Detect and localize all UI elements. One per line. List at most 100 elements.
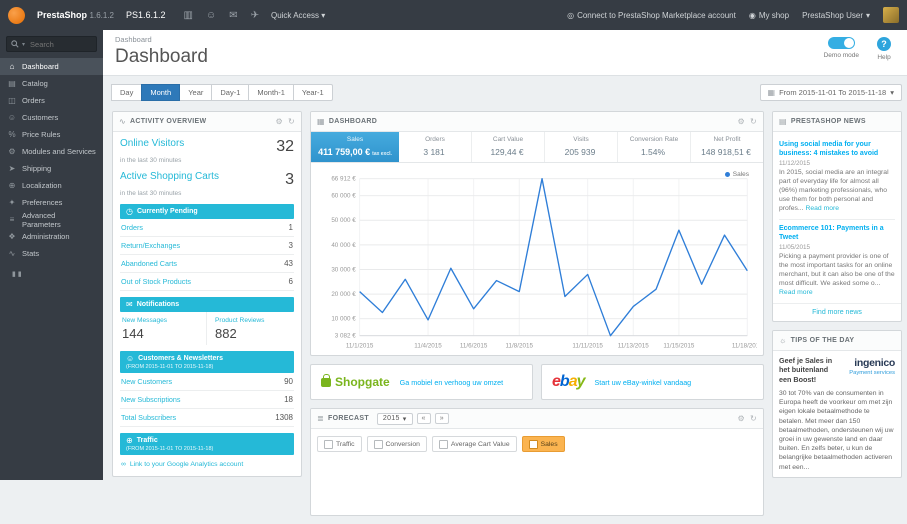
forecast-chip-conversion[interactable]: Conversion [366,436,427,453]
sidebar-item-preferences[interactable]: ✦ Preferences [0,194,103,211]
kpi-label: Visits [573,136,589,143]
refresh-icon[interactable]: ↻ [750,414,757,423]
sidebar-item-localization[interactable]: ⊕ Localization [0,177,103,194]
calendar-icon: ▦ [767,88,776,97]
gear-icon[interactable]: ⚙ [276,117,283,126]
sidebar-item-dashboard[interactable]: ⌂ Dashboard [0,58,103,75]
topbar: PrestaShop 1.6.1.2 PS1.6.1.2 ▥ ☺ ✉ ✈ Quick … [0,0,907,30]
pending-row-value: 6 [288,277,293,286]
sidebar-item-label: Price Rules [22,130,61,139]
demo-mode-toggle[interactable] [827,37,855,49]
forecast-chip-label: Traffic [336,440,355,448]
user-menu[interactable]: PrestaShop User ▾ [802,11,870,20]
news-article-title[interactable]: Using social media for your business: 4 … [779,140,895,158]
preset-month[interactable]: Month [141,84,181,101]
rocket-icon[interactable]: ✈ [251,10,259,21]
sidebar-item-administration[interactable]: ❖ Administration [0,228,103,245]
sidebar-item-catalog[interactable]: ▤ Catalog [0,75,103,92]
kpi-conversion-rate[interactable]: Conversion Rate 1.54% [618,132,691,162]
stat-new-messages[interactable]: New Messages 144 [120,312,207,345]
pending-row-label[interactable]: Out of Stock Products [121,277,191,286]
read-more-link[interactable]: Read more [805,205,839,212]
checkbox-icon [373,439,383,449]
online-visitors-link[interactable]: Online Visitors [120,138,184,149]
sidebar-item-price-rules[interactable]: % Price Rules [0,126,103,143]
forecast-chip-average-cart-value[interactable]: Average Cart Value [431,436,517,453]
customers-row-label[interactable]: Total Subscribers [121,413,176,422]
news-panel-title: PRESTASHOP NEWS [790,118,866,125]
shopgate-promo[interactable]: Shopgate Ga mobiel en verhoog uw omzet [310,364,533,401]
preset-day[interactable]: Day [111,84,143,101]
marketplace-connect-link[interactable]: ◎ Connect to PrestaShop Marketplace accou… [567,11,736,20]
forecast-year-select[interactable]: 2015 ▾ [376,412,413,425]
preset-year-1[interactable]: Year-1 [292,84,333,101]
sidebar-item-advanced-parameters[interactable]: ≡ Advanced Parameters [0,211,103,229]
search-input[interactable] [28,38,91,50]
kpi-cart-value[interactable]: Cart Value 129,44 € [472,132,545,162]
shopping-bag-icon [321,373,331,387]
customers-row-label[interactable]: New Subscriptions [121,395,181,404]
sidebar-item-customers[interactable]: ☺ Customers [0,109,103,126]
prestashop-logo-icon[interactable] [8,6,25,24]
version-label: 1.6.1.2 [89,11,114,20]
user-avatar[interactable] [883,7,899,23]
refresh-icon[interactable]: ↻ [288,117,295,126]
pending-row-label[interactable]: Abandoned Carts [121,259,177,268]
collapse-menu-button[interactable]: ▮▮ [0,262,103,278]
kpi-net-profit[interactable]: Net Profit 148 918,51 € [691,132,763,162]
person-icon[interactable]: ☺ [206,10,216,21]
forecast-icon: ≣ [317,414,325,424]
kpi-sales[interactable]: Sales 411 759,00 € tax excl. [311,132,399,162]
previous-year-button[interactable]: « [416,413,431,425]
sidebar-item-stats[interactable]: ∿ Stats [0,245,103,262]
sidebar-item-label: Administration [22,232,70,241]
gear-icon[interactable]: ⚙ [738,414,745,423]
date-range-picker[interactable]: ▦ From 2015-11-01 To 2015-11-18 ▾ [759,84,902,101]
news-list: Using social media for your business: 4 … [773,132,901,303]
find-more-news-link[interactable]: Find more news [773,303,901,321]
news-article-title[interactable]: Ecommerce 101: Payments in a Tweet [779,224,895,242]
pending-row-label[interactable]: Return/Exchanges [121,241,180,250]
forecast-chip-traffic[interactable]: Traffic [317,436,362,453]
notifications-grid: New Messages 144 Product Reviews 882 [120,312,294,345]
refresh-icon[interactable]: ↻ [750,117,757,126]
pending-row-label[interactable]: Orders [121,223,143,232]
shopgate-promo-link[interactable]: Ga mobiel en verhoog uw omzet [400,378,503,387]
pending-row-value: 3 [288,241,293,250]
sidebar-item-modules[interactable]: ⚙ Modules and Services [0,143,103,160]
activity-icon: ∿ [119,117,127,126]
ingenico-logo[interactable]: ingenico Payment services [849,356,895,384]
search-scope-caret-icon[interactable]: ▾ [22,41,25,48]
pending-out-of-stock: Out of Stock Products 6 [120,273,294,291]
google-analytics-link[interactable]: ∞ Link to your Google Analytics account [120,455,294,472]
messages-icon[interactable]: ✉ [229,10,237,21]
customers-row-label[interactable]: New Customers [121,377,172,386]
forecast-chip-sales[interactable]: Sales [521,436,565,453]
sales-line-chart[interactable]: 11/1/2015 11/4/2015 11/6/2015 11/8/2015 11/1… [317,169,757,353]
preset-day-1[interactable]: Day-1 [211,84,250,101]
gear-icon[interactable]: ⚙ [738,117,745,126]
chevron-down-icon: ▾ [890,88,894,97]
help-icon[interactable]: ? [877,37,891,51]
chart-legend[interactable]: Sales [724,171,749,178]
kpi-orders[interactable]: Orders 3 181 [399,132,472,162]
quick-access-menu[interactable]: Quick Access ▾ [271,11,325,20]
shop-name[interactable]: PS1.6.1.2 [126,10,166,20]
prestashop-news-panel: ▤ PRESTASHOP NEWS Using social media for… [772,111,902,323]
active-carts-link[interactable]: Active Shopping Carts [120,171,219,182]
next-year-button[interactable]: » [434,413,449,425]
ebay-promo-link[interactable]: Start uw eBay-winkel vandaag [595,378,692,387]
preset-year[interactable]: Year [179,84,213,101]
preset-month-1[interactable]: Month-1 [248,84,294,101]
stat-product-reviews[interactable]: Product Reviews 882 [207,312,294,345]
tip-headline: Geef je Sales in het buitenland een Boos… [779,356,833,384]
my-shop-link[interactable]: ◉ My shop [749,11,789,20]
read-more-link[interactable]: Read more [779,289,813,296]
ebay-promo[interactable]: ebay Start uw eBay-winkel vandaag [541,364,764,401]
cart-icon[interactable]: ▥ [184,10,193,21]
kpi-visits[interactable]: Visits 205 939 [545,132,618,162]
sidebar-item-shipping[interactable]: ➤ Shipping [0,160,103,177]
sidebar-search[interactable]: ▾ [6,36,97,52]
breadcrumb[interactable]: Dashboard [115,35,895,44]
sidebar-item-orders[interactable]: ◫ Orders [0,92,103,109]
